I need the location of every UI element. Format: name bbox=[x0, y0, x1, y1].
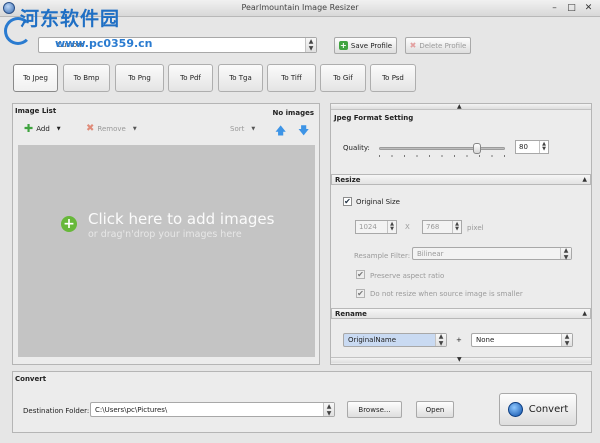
quality-slider-thumb[interactable] bbox=[473, 143, 482, 154]
settings-panel: ▲ Jpeg Format Setting Quality: 80 ▲ ▼ Res… bbox=[330, 103, 592, 365]
add-icon: ✚ bbox=[24, 122, 34, 135]
spinner-icon[interactable]: ▲ ▼ bbox=[539, 141, 548, 153]
spinner-icon[interactable]: ▲ ▼ bbox=[387, 221, 396, 233]
tab-to-pdf[interactable]: To Pdf bbox=[168, 64, 213, 92]
save-profile-button[interactable]: + Save Profile bbox=[334, 37, 397, 54]
destination-folder-label: Destination Folder: bbox=[23, 407, 90, 415]
spinner-icon[interactable]: ▲ ▼ bbox=[452, 221, 461, 233]
resample-filter-select[interactable]: Bilinear ▲ ▼ bbox=[412, 247, 572, 261]
tab-to-tga[interactable]: To Tga bbox=[218, 64, 263, 92]
convert-label: Convert bbox=[528, 404, 569, 415]
scroll-up-bar[interactable]: ▲ bbox=[331, 103, 591, 110]
convert-title: Convert bbox=[15, 375, 47, 383]
height-value: 768 bbox=[426, 223, 440, 231]
tab-to-png[interactable]: To Png bbox=[115, 64, 164, 92]
drop-main-text: Click here to add images bbox=[88, 210, 275, 228]
size-unit: pixel bbox=[467, 224, 484, 232]
width-value: 1024 bbox=[359, 223, 377, 231]
tab-to-psd[interactable]: To Psd bbox=[370, 64, 416, 92]
image-drop-area[interactable]: + Click here to add images or drag'n'dro… bbox=[18, 145, 315, 357]
collapse-icon[interactable]: ▲ bbox=[582, 176, 587, 183]
tab-to-gif[interactable]: To Gif bbox=[320, 64, 366, 92]
jpeg-section: Jpeg Format Setting Quality: 80 ▲ ▼ bbox=[331, 111, 591, 175]
drop-sub-text: or drag'n'drop your images here bbox=[88, 229, 242, 240]
rename-pattern-value: OriginalName bbox=[348, 336, 397, 344]
size-separator: X bbox=[405, 223, 410, 231]
image-list-title: Image List bbox=[15, 107, 57, 115]
rename-suffix-value: None bbox=[476, 336, 495, 344]
maximize-icon[interactable]: □ bbox=[566, 3, 577, 14]
minimize-icon[interactable]: – bbox=[549, 3, 560, 14]
close-icon[interactable]: ✕ bbox=[583, 3, 594, 14]
destination-folder-value: C:\Users\pc\Pictures\ bbox=[95, 405, 168, 414]
add-circle-icon[interactable]: + bbox=[61, 216, 77, 232]
rename-plus: + bbox=[456, 336, 462, 344]
resample-filter-value: Bilinear bbox=[417, 249, 444, 258]
image-count-status: No images bbox=[272, 109, 314, 117]
rename-section-title: Rename bbox=[335, 310, 367, 318]
width-input[interactable]: 1024 ▲ ▼ bbox=[355, 220, 397, 234]
browse-button[interactable]: Browse... bbox=[347, 401, 402, 418]
quality-label: Quality: bbox=[343, 144, 370, 152]
move-up-icon[interactable]: 🡅 bbox=[275, 122, 286, 141]
move-down-icon[interactable]: 🡇 bbox=[298, 122, 309, 141]
chevron-down-icon[interactable]: ▼ bbox=[457, 356, 462, 363]
save-profile-label: Save Profile bbox=[350, 41, 393, 50]
rename-suffix-select[interactable]: None ▲ ▼ bbox=[471, 333, 573, 347]
preserve-aspect-label: Preserve aspect ratio bbox=[370, 272, 445, 280]
scroll-down-bar[interactable]: ▼ bbox=[331, 356, 591, 363]
original-size-checkbox[interactable]: ✔ bbox=[343, 197, 352, 206]
chevron-updown-icon[interactable]: ▲ ▼ bbox=[305, 38, 316, 52]
add-icon: + bbox=[338, 41, 348, 50]
tab-to-tiff[interactable]: To Tiff bbox=[267, 64, 316, 92]
chevron-updown-icon[interactable]: ▲ ▼ bbox=[560, 247, 571, 261]
open-button[interactable]: Open bbox=[416, 401, 454, 418]
quality-slider-ticks bbox=[379, 155, 505, 157]
chevron-down-icon: ▼ bbox=[56, 126, 61, 132]
chevron-updown-icon[interactable]: ▲ ▼ bbox=[435, 333, 446, 347]
quality-slider[interactable] bbox=[379, 142, 505, 157]
preserve-aspect-checkbox[interactable]: ✔ bbox=[356, 270, 365, 279]
quality-value: 80 bbox=[519, 143, 528, 151]
collapse-icon[interactable]: ▲ bbox=[582, 310, 587, 317]
watermark-text: 河东软件园 bbox=[20, 8, 121, 30]
resample-filter-label: Resample Filter: bbox=[354, 252, 411, 260]
resize-section-title: Resize bbox=[335, 176, 361, 184]
remove-button[interactable]: ✖ Remove ▼ bbox=[86, 124, 137, 134]
remove-icon: ✖ bbox=[86, 123, 95, 134]
destination-folder-input[interactable]: C:\Users\pc\Pictures\ ▲ ▼ bbox=[90, 402, 335, 417]
image-list-panel: Image List No images ✚ Add ▼ ✖ Remove ▼ … bbox=[12, 103, 320, 365]
convert-button[interactable]: Convert bbox=[499, 393, 577, 426]
remove-label: Remove bbox=[97, 125, 126, 133]
rename-pattern-select[interactable]: OriginalName ▲ ▼ bbox=[343, 333, 447, 347]
no-enlarge-label: Do not resize when source image is small… bbox=[370, 290, 523, 298]
chevron-down-icon: ▼ bbox=[251, 126, 256, 132]
add-label: Add bbox=[36, 125, 50, 133]
chevron-down-icon: ▼ bbox=[132, 126, 137, 132]
tab-to-bmp[interactable]: To Bmp bbox=[63, 64, 110, 92]
sort-button[interactable]: Sort ▼ bbox=[230, 125, 255, 133]
chevron-updown-icon[interactable]: ▲ ▼ bbox=[323, 403, 334, 417]
convert-panel: Convert Destination Folder: C:\Users\pc\… bbox=[12, 371, 592, 433]
quality-slider-track bbox=[379, 147, 505, 150]
no-enlarge-checkbox[interactable]: ✔ bbox=[356, 289, 365, 298]
quality-input[interactable]: 80 ▲ ▼ bbox=[515, 140, 549, 154]
height-input[interactable]: 768 ▲ ▼ bbox=[422, 220, 462, 234]
resize-section-header[interactable]: Resize ▲ bbox=[331, 174, 591, 185]
sort-label: Sort bbox=[230, 125, 245, 133]
delete-icon: ✖ bbox=[409, 41, 417, 50]
tab-to-jpeg[interactable]: To Jpeg bbox=[13, 64, 58, 92]
original-size-label: Original Size bbox=[356, 198, 400, 206]
chevron-updown-icon[interactable]: ▲ ▼ bbox=[561, 333, 572, 347]
rename-section-header[interactable]: Rename ▲ bbox=[331, 308, 591, 319]
delete-profile-label: Delete Profile bbox=[419, 41, 467, 50]
convert-icon bbox=[507, 402, 523, 417]
jpeg-section-title: Jpeg Format Setting bbox=[334, 114, 414, 122]
watermark-url: www.pc0359.cn bbox=[55, 37, 153, 50]
chevron-up-icon[interactable]: ▲ bbox=[457, 103, 462, 110]
add-button[interactable]: ✚ Add ▼ bbox=[24, 122, 61, 135]
delete-profile-button[interactable]: ✖ Delete Profile bbox=[405, 37, 471, 54]
